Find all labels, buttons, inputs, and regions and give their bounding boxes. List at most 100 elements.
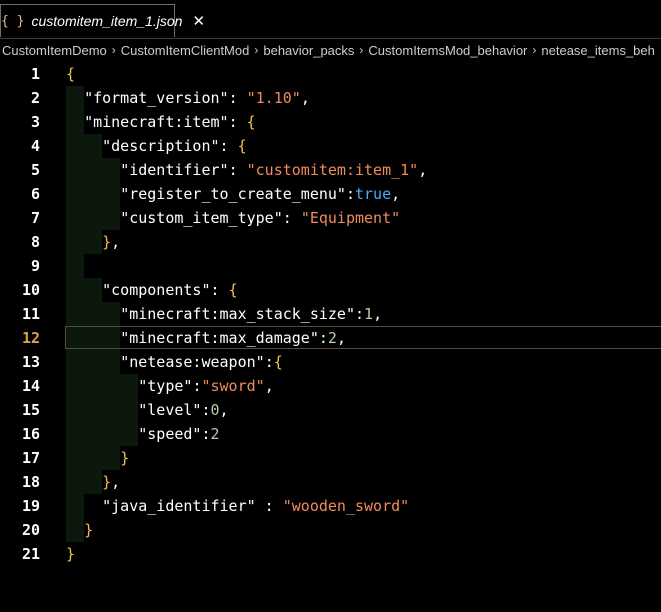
code-text: "format_version": "1.10",	[66, 86, 310, 110]
code-token: :	[282, 209, 301, 227]
code-token: ,	[336, 329, 346, 347]
code-line[interactable]: 6 "register_to_create_menu":true,	[0, 182, 661, 206]
code-token: ,	[373, 305, 383, 323]
code-text: "netease:weapon":{	[66, 350, 283, 374]
line-number: 19	[21, 497, 40, 515]
code-line[interactable]: 1{	[0, 62, 661, 86]
code-line[interactable]: 3 "minecraft:item": {	[0, 110, 661, 134]
code-token: "Equipment"	[300, 209, 401, 227]
code-token: "register_to_create_menu"	[120, 185, 346, 203]
code-token: :	[201, 401, 211, 419]
line-number: 7	[30, 209, 40, 227]
code-line[interactable]: 2 "format_version": "1.10",	[0, 86, 661, 110]
code-line[interactable]: 12 "minecraft:max_damage":2,	[0, 326, 661, 350]
code-line[interactable]: 13 "netease:weapon":{	[0, 350, 661, 374]
code-token: "1.10"	[246, 89, 301, 107]
line-number: 3	[30, 113, 40, 131]
code-token: "minecraft:max_damage"	[120, 329, 319, 347]
line-number: 14	[21, 377, 40, 395]
code-token: "netease:weapon"	[120, 353, 265, 371]
code-token: :	[255, 497, 283, 515]
code-line[interactable]: 9	[0, 254, 661, 278]
code-token: 2	[210, 425, 220, 443]
code-token: "speed"	[138, 425, 202, 443]
code-line[interactable]: 16 "speed":2	[0, 422, 661, 446]
code-text: "minecraft:item": {	[66, 110, 256, 134]
code-token: "identifier"	[120, 161, 229, 179]
code-text: "type":"sword",	[66, 374, 274, 398]
code-line[interactable]: 14 "type":"sword",	[0, 374, 661, 398]
code-line[interactable]: 5 "identifier": "customitem:item_1",	[0, 158, 661, 182]
breadcrumb-item[interactable]: CustomItemClientMod	[121, 43, 250, 58]
code-token: ,	[111, 233, 121, 251]
code-token: "minecraft:max_stack_size"	[120, 305, 355, 323]
code-token: {	[228, 281, 238, 299]
close-icon[interactable]: ✕	[192, 12, 205, 30]
editor-tab[interactable]: { } customitem_item_1.json ✕	[0, 4, 205, 37]
line-number: 8	[30, 233, 40, 251]
breadcrumb-item[interactable]: behavior_packs	[263, 43, 354, 58]
breadcrumb-separator-icon: ›	[254, 43, 259, 57]
breadcrumb-separator-icon: ›	[359, 43, 364, 57]
code-line[interactable]: 7 "custom_item_type": "Equipment"	[0, 206, 661, 230]
code-line[interactable]: 11 "minecraft:max_stack_size":1,	[0, 302, 661, 326]
code-line[interactable]: 8 },	[0, 230, 661, 254]
code-text: "register_to_create_menu":true,	[66, 182, 400, 206]
code-editor[interactable]: 1{2 "format_version": "1.10", 3 "minecraf…	[0, 62, 661, 612]
code-line[interactable]: 19 "java_identifier" : "wooden_sword"	[0, 494, 661, 518]
code-token: "java_identifier"	[102, 497, 256, 515]
code-token: true	[355, 185, 392, 203]
breadcrumb-item[interactable]: CustomItemDemo	[2, 43, 107, 58]
code-line[interactable]: 15 "level":0,	[0, 398, 661, 422]
code-text: "description": {	[66, 134, 247, 158]
code-token: "minecraft:item"	[84, 113, 229, 131]
tab-title: customitem_item_1.json	[31, 13, 183, 29]
code-token: :	[228, 161, 247, 179]
code-text: "minecraft:max_stack_size":1,	[66, 302, 382, 326]
code-token: ,	[264, 377, 274, 395]
code-token: }	[120, 449, 130, 467]
code-token: :	[318, 329, 328, 347]
code-line[interactable]: 20 }	[0, 518, 661, 542]
code-text: }	[66, 542, 75, 566]
code-line[interactable]: 4 "description": {	[0, 134, 661, 158]
breadcrumb-separator-icon: ›	[532, 43, 537, 57]
code-text: "speed":2	[66, 422, 220, 446]
tab-bar: { } customitem_item_1.json ✕	[0, 0, 661, 39]
code-text: "level":0,	[66, 398, 228, 422]
code-text: "custom_item_type": "Equipment"	[66, 206, 400, 230]
code-token: "level"	[138, 401, 202, 419]
code-token: 0	[210, 401, 220, 419]
code-token: }	[102, 233, 112, 251]
code-line[interactable]: 21}	[0, 542, 661, 566]
code-line[interactable]: 10 "components": {	[0, 278, 661, 302]
line-number: 13	[21, 353, 40, 371]
code-token: }	[66, 545, 76, 563]
breadcrumb-item[interactable]: CustomItemsMod_behavior	[368, 43, 527, 58]
line-number: 11	[21, 305, 40, 323]
code-text: },	[66, 470, 120, 494]
line-number: 9	[30, 257, 40, 275]
code-text: }	[66, 518, 93, 542]
code-token: :	[345, 185, 355, 203]
line-number: 4	[30, 137, 40, 155]
breadcrumb-item[interactable]: netease_items_beh	[541, 43, 654, 58]
code-line[interactable]: 18 },	[0, 470, 661, 494]
code-token: "format_version"	[84, 89, 229, 107]
code-text: "components": {	[66, 278, 238, 302]
code-token: {	[246, 113, 256, 131]
code-text: "identifier": "customitem:item_1",	[66, 158, 427, 182]
code-line[interactable]: 17 }	[0, 446, 661, 470]
line-number: 16	[21, 425, 40, 443]
